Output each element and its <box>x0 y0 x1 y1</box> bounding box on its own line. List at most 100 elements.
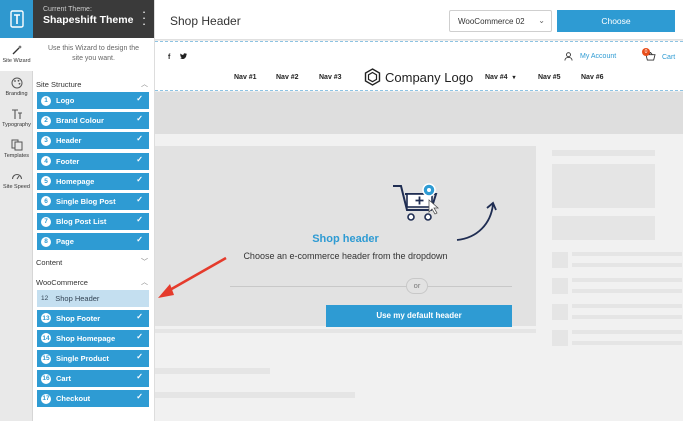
divider <box>230 286 512 287</box>
app-logo-icon[interactable] <box>0 0 33 38</box>
step-number: 17 <box>41 393 51 404</box>
chevron-up-icon: ︿ <box>141 278 148 286</box>
nav-link-3[interactable]: Nav #3 <box>319 74 342 81</box>
nav-link-label: Nav #4 <box>485 74 508 81</box>
step-cart[interactable]: 16 Cart ✓ <box>37 370 149 388</box>
nav-link-5[interactable]: Nav #5 <box>538 74 561 81</box>
step-page[interactable]: 8 Page ✓ <box>37 233 149 251</box>
step-single-blog-post[interactable]: 6 Single Blog Post ✓ <box>37 192 149 210</box>
step-logo[interactable]: 1 Logo ✓ <box>37 92 149 109</box>
add-to-cart-icon <box>393 183 440 221</box>
wizard-panel: Current Theme: Shapeshift Theme · · · Use … <box>33 0 155 421</box>
step-blog-post-list[interactable]: 7 Blog Post List ✓ <box>37 213 149 231</box>
nav-link-6[interactable]: Nav #6 <box>581 74 604 81</box>
check-icon: ✓ <box>136 311 143 321</box>
choose-button[interactable]: Choose <box>557 10 675 32</box>
rail-item-typography[interactable]: Typography <box>0 102 33 133</box>
step-label: Homepage <box>56 176 95 186</box>
typography-icon <box>11 109 22 119</box>
header-template-select[interactable]: WooCommerce 02 ⌄ <box>449 10 552 32</box>
check-icon: ✓ <box>136 154 143 164</box>
step-number: 6 <box>41 196 51 207</box>
skeleton-line <box>572 252 682 256</box>
check-icon: ✓ <box>136 194 143 204</box>
nav-link-1[interactable]: Nav #1 <box>234 74 257 81</box>
skeleton-line <box>572 304 682 308</box>
check-icon: ✓ <box>136 352 143 362</box>
section-heading: Content <box>36 257 63 267</box>
use-default-header-button[interactable]: Use my default header <box>326 305 512 327</box>
company-logo[interactable]: Company Logo <box>364 68 473 86</box>
nav-link-2[interactable]: Nav #2 <box>276 74 299 81</box>
check-icon: ✓ <box>136 235 143 245</box>
step-checkout[interactable]: 17 Checkout ✓ <box>37 390 149 408</box>
chevron-down-icon: ▾ <box>512 75 516 81</box>
skeleton-banner <box>155 92 683 134</box>
page-title: Shop Header <box>170 14 241 28</box>
step-footer[interactable]: 4 Footer ✓ <box>37 152 149 170</box>
section-content[interactable]: Content ﹀ <box>33 254 154 270</box>
skeleton-line <box>572 330 682 334</box>
kebab-menu-icon[interactable]: · · · <box>140 5 148 30</box>
nav-link-4[interactable]: Nav #4 ▾ <box>485 74 516 81</box>
skeleton-line <box>572 341 682 345</box>
current-theme-label: Current Theme: <box>43 6 92 13</box>
step-label: Single Blog Post <box>56 196 116 206</box>
rail-item-site-speed[interactable]: Site Speed <box>0 164 33 195</box>
step-number: 15 <box>41 353 51 364</box>
step-label: Page <box>56 237 74 247</box>
section-woocommerce[interactable]: WooCommerce ︿ <box>33 274 154 290</box>
step-shop-header[interactable]: 12Shop Header✓ <box>37 289 149 307</box>
check-icon: ✓ <box>136 114 143 124</box>
theme-name: Shapeshift Theme <box>43 14 134 26</box>
preview-stage: Shop header Choose an e-commerce header … <box>155 92 683 421</box>
chevron-up-icon: ︿ <box>141 81 148 88</box>
my-account-link[interactable]: My Account <box>564 52 616 61</box>
skeleton-block <box>552 216 655 240</box>
step-label: Header <box>56 136 82 146</box>
step-number: 14 <box>41 333 51 344</box>
skeleton-line <box>572 315 682 319</box>
wizard-intro: Use this Wizard to design the site you w… <box>47 45 140 62</box>
step-number: 4 <box>41 156 51 167</box>
editor-topbar: Shop Header WooCommerce 02 ⌄ Choose <box>155 0 683 40</box>
rail-label: Templates <box>3 153 30 159</box>
skeleton-line <box>155 392 355 398</box>
step-label: Footer <box>56 156 80 166</box>
section-site-structure[interactable]: Site Structure ︿ <box>33 76 154 92</box>
rail-label: Branding <box>5 91 28 97</box>
rail-item-site-wizard[interactable]: Site Wizard <box>0 38 33 71</box>
step-number: 2 <box>41 115 51 126</box>
step-shop-footer[interactable]: 13 Shop Footer ✓ <box>37 309 149 327</box>
skeleton-line <box>155 368 270 374</box>
cart-link[interactable]: 0 Cart <box>642 48 676 63</box>
check-icon: ✓ <box>136 331 143 341</box>
facebook-icon[interactable]: f <box>168 54 170 61</box>
step-single-product[interactable]: 15 Single Product ✓ <box>37 350 149 368</box>
step-brand-colour[interactable]: 2 Brand Colour ✓ <box>37 112 149 130</box>
skeleton-thumb <box>552 330 568 346</box>
step-homepage[interactable]: 5 Homepage ✓ <box>37 172 149 190</box>
step-header[interactable]: 3 Header ✓ <box>37 132 149 150</box>
skeleton-thumb <box>552 252 568 268</box>
rail-label: Typography <box>2 122 31 128</box>
skeleton-thumb <box>552 278 568 294</box>
cart-label: Cart <box>662 54 676 61</box>
rail-item-templates[interactable]: Templates <box>0 133 33 164</box>
skeleton-line <box>572 289 682 293</box>
rail-label: Site Speed <box>3 184 30 190</box>
check-icon: ✓ <box>136 174 143 184</box>
step-shop-homepage[interactable]: 14 Shop Homepage ✓ <box>37 329 149 347</box>
placeholder-description: Choose an e-commerce header from the dro… <box>243 251 448 261</box>
twitter-icon[interactable] <box>180 53 188 61</box>
step-label: Shop Homepage <box>56 333 116 343</box>
rail-item-branding[interactable]: Branding <box>0 71 33 102</box>
skeleton-thumb <box>552 304 568 320</box>
step-label: Cart <box>56 374 72 384</box>
user-icon <box>564 52 573 61</box>
step-label: Brand Colour <box>56 116 104 126</box>
skeleton-line <box>552 150 655 156</box>
site-structure-steps: 1 Logo ✓ 2 Brand Colour ✓ 3 Header ✓ 4 Footer ✓ … <box>33 92 154 251</box>
check-icon: ✓ <box>136 134 143 144</box>
check-icon: ✓ <box>136 392 143 402</box>
